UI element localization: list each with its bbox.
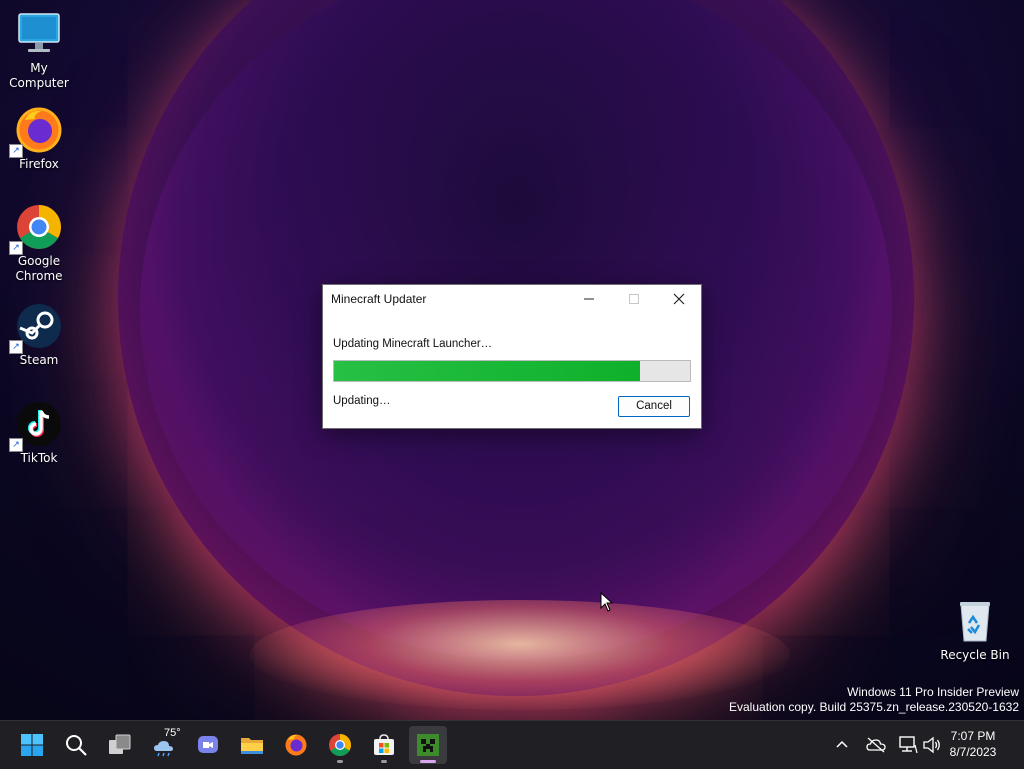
desktop-icon-label: TikTok [20, 451, 58, 465]
volume-icon [923, 736, 940, 754]
maximize-button [611, 285, 657, 313]
steam-icon: ↗ [9, 302, 63, 354]
minimize-button[interactable] [566, 285, 612, 313]
dialog-titlebar[interactable]: Minecraft Updater [323, 285, 701, 315]
chrome-icon: ↗ [9, 203, 63, 255]
firefox-icon [285, 734, 307, 756]
tiktok-icon: ↗ [9, 400, 63, 452]
desktop: My Computer ↗ Firefox ↗ Google Chrome ↗ … [0, 0, 1024, 720]
taskbar: 75° 7:07 PM 8/7/2023 [0, 720, 1024, 769]
wallpaper-glow [250, 600, 790, 710]
start-icon [21, 734, 43, 756]
file-explorer-button[interactable] [233, 726, 271, 764]
desktop-icon-label: My Computer [9, 61, 69, 90]
shortcut-arrow-icon: ↗ [9, 144, 23, 158]
maximize-icon [629, 294, 639, 304]
status-sub-text: Updating… [333, 395, 391, 407]
search-icon [66, 735, 87, 756]
file-explorer-icon [241, 738, 263, 754]
chrome-icon [329, 734, 351, 756]
teams-chat-button[interactable] [189, 726, 227, 764]
shortcut-arrow-icon: ↗ [9, 438, 23, 452]
taskbar-firefox-button[interactable] [277, 726, 315, 764]
desktop-icon-tiktok[interactable]: ↗ TikTok [0, 400, 79, 466]
watermark-line-2: Evaluation copy. Build 25375.zn_release.… [729, 700, 1019, 714]
task-view-icon [109, 734, 131, 754]
mouse-cursor-icon [600, 592, 614, 612]
desktop-icon-label: Firefox [19, 157, 59, 171]
clock-time: 7:07 PM [950, 729, 996, 743]
desktop-icon-my-computer[interactable]: My Computer [0, 10, 79, 91]
network-status[interactable] [898, 721, 918, 769]
teams-chat-icon [198, 736, 218, 753]
volume-control[interactable] [922, 721, 942, 769]
close-button[interactable] [656, 285, 702, 313]
weather-widget-button[interactable]: 75° [145, 726, 183, 764]
desktop-icon-firefox[interactable]: ↗ Firefox [0, 106, 79, 172]
taskbar-minecraft-button[interactable] [409, 726, 447, 764]
cancel-button[interactable]: Cancel [618, 396, 690, 417]
windows-watermark: Windows 11 Pro Insider Preview Evaluatio… [729, 685, 1019, 715]
desktop-icon-label: Recycle Bin [940, 648, 1010, 662]
desktop-icon-label: Steam [19, 353, 59, 367]
desktop-icon-steam[interactable]: ↗ Steam [0, 302, 79, 368]
desktop-icon-google-chrome[interactable]: ↗ Google Chrome [0, 203, 79, 284]
taskbar-chrome-button[interactable] [321, 726, 359, 764]
microsoft-store-icon [374, 734, 394, 755]
minecraft-updater-dialog: Minecraft Updater Updating Minecraft Lau… [322, 284, 702, 429]
tray-overflow-button[interactable] [834, 721, 850, 769]
recycle-bin-icon [951, 597, 999, 645]
chevron-up-icon [836, 740, 848, 748]
clock-date: 8/7/2023 [949, 745, 997, 759]
onedrive-status[interactable] [866, 721, 886, 769]
monitor-icon [15, 10, 63, 58]
status-main-text: Updating Minecraft Launcher… [333, 338, 493, 350]
close-icon [673, 293, 685, 305]
task-view-button[interactable] [101, 726, 139, 764]
shortcut-arrow-icon: ↗ [9, 340, 23, 354]
minecraft-icon [417, 734, 439, 756]
progress-bar [333, 360, 691, 382]
shortcut-arrow-icon: ↗ [9, 241, 23, 255]
clock[interactable]: 7:07 PM 8/7/2023 [942, 728, 1004, 760]
running-indicator [381, 760, 387, 763]
weather-temperature: 75° [164, 727, 181, 739]
firefox-icon: ↗ [9, 106, 63, 158]
running-indicator [420, 760, 436, 763]
progress-bar-fill [334, 361, 641, 381]
watermark-line-1: Windows 11 Pro Insider Preview [847, 685, 1019, 699]
microsoft-store-button[interactable] [365, 726, 403, 764]
desktop-icon-recycle-bin[interactable]: Recycle Bin [935, 597, 1015, 663]
search-button[interactable] [57, 726, 95, 764]
desktop-icon-label: Google Chrome [15, 254, 63, 283]
start-button[interactable] [13, 726, 51, 764]
cloud-off-icon [866, 737, 886, 753]
minimize-icon [584, 298, 594, 300]
network-icon [899, 736, 918, 754]
dialog-title: Minecraft Updater [331, 292, 427, 306]
running-indicator [337, 760, 343, 763]
